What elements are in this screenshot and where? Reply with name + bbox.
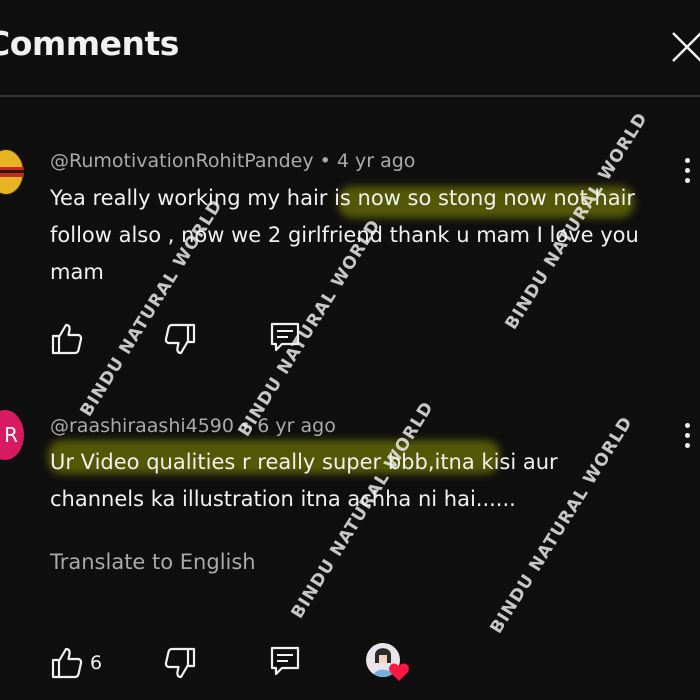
comment-meta: @RumotivationRohitPandey • 4 yr ago <box>50 150 415 172</box>
comment-author[interactable]: @raashiraashi4590 <box>50 415 234 437</box>
reply-icon[interactable] <box>268 644 302 678</box>
avatar[interactable] <box>0 149 24 195</box>
avatar[interactable]: R <box>0 410 24 460</box>
header-divider <box>0 95 700 97</box>
page-title: Comments <box>0 24 179 63</box>
avatar-letter: R <box>4 423 18 447</box>
like-count: 6 <box>90 652 103 674</box>
comment-line: Ur Video qualities r really super bbb,it… <box>50 450 558 474</box>
thumbs-down-icon[interactable] <box>163 322 197 356</box>
heart-icon <box>389 663 409 681</box>
close-icon[interactable] <box>670 30 700 64</box>
comment-line: Yea really working my hair is now so sto… <box>50 186 636 210</box>
thumbs-up-icon[interactable] <box>50 322 84 356</box>
comment-line: channels ka illustration itna achha ni h… <box>50 487 516 511</box>
comment-text: Ur Video qualities r really super bbb,it… <box>50 444 558 518</box>
thumbs-up-icon[interactable] <box>50 646 84 680</box>
comment-age: • 4 yr ago <box>319 150 416 172</box>
thumbs-down-icon[interactable] <box>163 646 197 680</box>
more-options-icon[interactable] <box>683 158 691 186</box>
comment-author[interactable]: @RumotivationRohitPandey <box>50 150 314 172</box>
more-options-icon[interactable] <box>683 423 691 451</box>
translate-link[interactable]: Translate to English <box>50 550 256 574</box>
